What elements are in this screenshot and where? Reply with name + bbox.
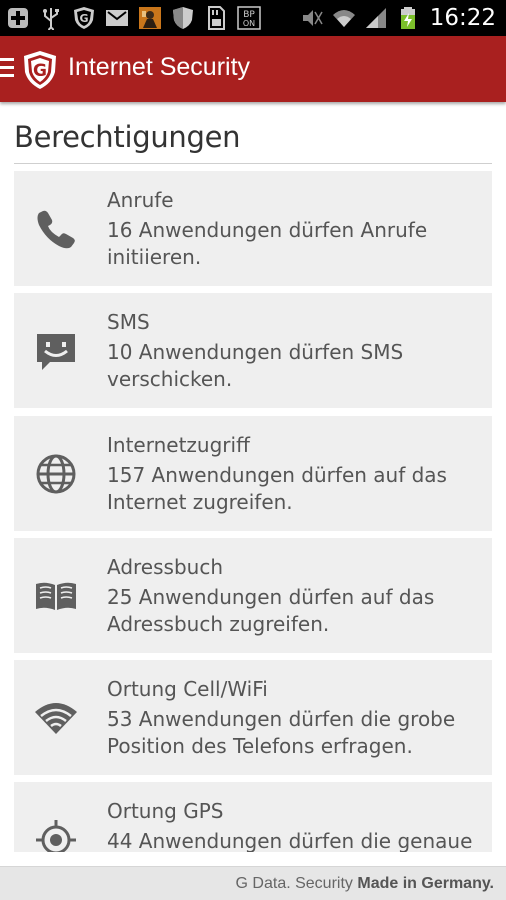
footer: G Data. Security Made in Germany. [0,866,506,900]
permission-title: Anrufe [107,188,174,212]
permission-description: 10 Anwendungen dürfen SMS verschicken. [107,340,404,391]
permission-card-internet[interactable]: Internetzugriff 157 Anwendungen dürfen a… [14,416,492,531]
sms-icon [34,329,78,373]
gps-icon [34,818,78,852]
permission-card-gps-location[interactable]: Ortung GPS 44 Anwendungen dürfen die gen… [14,782,492,852]
permission-title: Adressbuch [107,555,223,579]
permission-title: SMS [107,310,150,334]
permission-description: 16 Anwendungen dürfen Anrufe initiieren. [107,218,428,269]
permission-card-calls[interactable]: Anrufe 16 Anwendungen dürfen Anrufe init… [14,171,492,286]
permission-title: Ortung Cell/WiFi [107,677,268,701]
permission-card-sms[interactable]: SMS 10 Anwendungen dürfen SMS verschicke… [14,293,492,408]
permission-card-cell-wifi-location[interactable]: Ortung Cell/WiFi 53 Anwendungen dürfen d… [14,660,492,775]
footer-tagline: Made in Germany. [357,875,494,892]
permission-card-addressbook[interactable]: Adressbuch 25 Anwendungen dürfen auf das… [14,538,492,653]
book-icon [34,574,78,618]
phone-icon [34,207,78,251]
footer-text: G Data. Security Made in Germany. [236,875,494,893]
permission-description: 53 Anwendungen dürfen die grobe Position… [107,707,456,758]
permission-description: 157 Anwendungen dürfen auf das Internet … [107,463,447,514]
permission-description: 44 Anwendungen dürfen die genaue [107,829,473,852]
permission-title: Ortung GPS [107,799,224,823]
title-divider [14,163,492,164]
permission-title: Internetzugriff [107,433,250,457]
permissions-scroll-area[interactable]: Berechtigungen Anrufe 16 Anwendungen dür… [0,0,506,852]
wifi-location-icon [34,696,78,740]
page-title: Berechtigungen [14,120,241,154]
footer-brand: G Data. Security [235,875,353,892]
permission-description: 25 Anwendungen dürfen auf das Adressbuch… [107,585,435,636]
globe-icon [34,452,78,496]
